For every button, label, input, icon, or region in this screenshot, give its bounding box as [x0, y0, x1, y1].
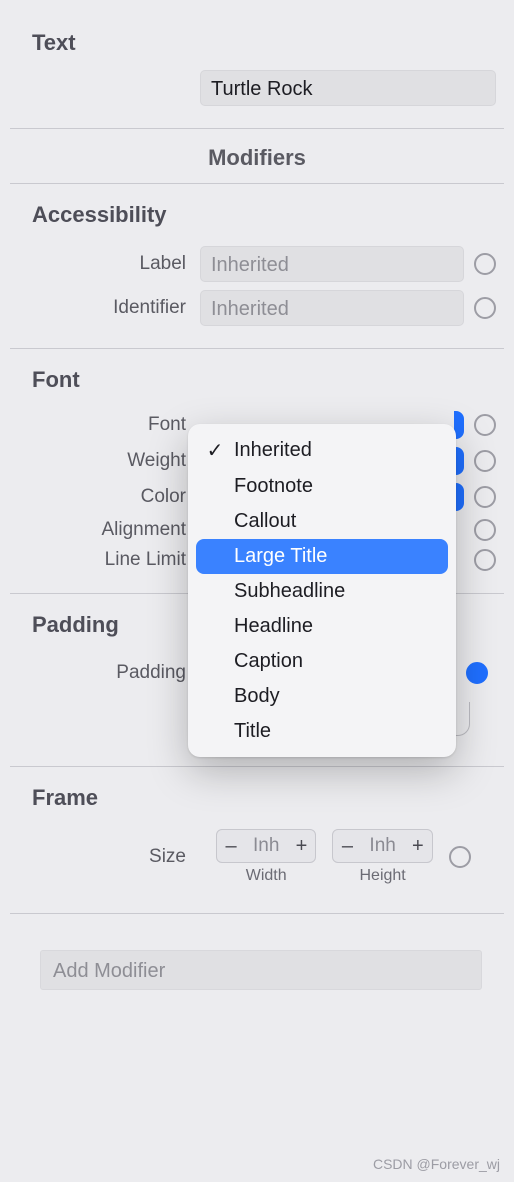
linelimit-indicator[interactable] — [474, 549, 496, 571]
alignment-label: Alignment — [0, 519, 200, 541]
font-menu-item-label: Callout — [234, 510, 296, 533]
frame-height-minus[interactable]: – — [333, 835, 361, 858]
section-title-font: Font — [0, 349, 514, 407]
accessibility-identifier-input[interactable]: Inherited — [200, 290, 464, 326]
font-menu-item[interactable]: ✓ Inherited — [196, 432, 448, 469]
watermark-text: CSDN @Forever_wj — [373, 1156, 500, 1172]
font-indicator[interactable] — [474, 414, 496, 436]
divider — [10, 913, 504, 914]
font-menu-item[interactable]: Subheadline — [196, 574, 448, 609]
font-menu-item-label: Footnote — [234, 475, 313, 498]
font-menu-item[interactable]: Body — [196, 679, 448, 714]
accessibility-label-input[interactable]: Inherited — [200, 246, 464, 282]
font-menu-item-label: Title — [234, 720, 271, 743]
font-menu-item-label: Inherited — [234, 439, 312, 462]
frame-indicator[interactable] — [449, 846, 471, 868]
accessibility-identifier-label: Identifier — [0, 297, 200, 319]
frame-height-value: Inh — [361, 835, 403, 857]
frame-height-caption: Height — [360, 867, 406, 885]
checkmark-icon: ✓ — [206, 438, 224, 463]
accessibility-label-row: Label Inherited — [0, 242, 514, 286]
linelimit-label: Line Limit — [0, 549, 200, 571]
frame-height-plus[interactable]: + — [404, 835, 432, 858]
frame-width-minus[interactable]: – — [217, 835, 245, 858]
text-value-row: Turtle Rock — [0, 66, 514, 110]
font-menu-item-label: Headline — [234, 615, 313, 638]
frame-width-value: Inh — [245, 835, 287, 857]
color-label: Color — [0, 486, 200, 508]
accessibility-label-label: Label — [0, 253, 200, 275]
font-menu-item[interactable]: Callout — [196, 504, 448, 539]
frame-size-row: Size – Inh + Width – Inh + Height — [0, 825, 514, 889]
frame-width-plus[interactable]: + — [287, 835, 315, 858]
weight-label: Weight — [0, 450, 200, 472]
font-menu-item[interactable]: Footnote — [196, 469, 448, 504]
modifiers-heading: Modifiers — [10, 129, 504, 184]
accessibility-identifier-row: Identifier Inherited — [0, 286, 514, 330]
section-title-frame: Frame — [0, 767, 514, 825]
alignment-indicator[interactable] — [474, 519, 496, 541]
font-menu-item-label: Body — [234, 685, 280, 708]
frame-size-label: Size — [0, 846, 200, 868]
font-menu-item-label: Caption — [234, 650, 303, 673]
padding-indicator[interactable] — [466, 662, 488, 684]
font-menu-item-label: Subheadline — [234, 580, 345, 603]
add-modifier-input[interactable]: Add Modifier — [40, 950, 482, 990]
frame-height-stepper[interactable]: – Inh + — [332, 829, 432, 863]
frame-width-stepper[interactable]: – Inh + — [216, 829, 316, 863]
font-label: Font — [0, 414, 200, 436]
section-title-accessibility: Accessibility — [0, 184, 514, 242]
padding-label: Padding — [0, 662, 200, 684]
font-menu-item[interactable]: Large Title — [196, 539, 448, 574]
frame-width-caption: Width — [246, 867, 287, 885]
font-menu-item[interactable]: Headline — [196, 609, 448, 644]
accessibility-label-indicator[interactable] — [474, 253, 496, 275]
font-dropdown-menu[interactable]: ✓ Inherited Footnote Callout Large Title Subh… — [188, 424, 456, 757]
accessibility-identifier-indicator[interactable] — [474, 297, 496, 319]
text-value-input[interactable]: Turtle Rock — [200, 70, 496, 106]
font-menu-item[interactable]: Caption — [196, 644, 448, 679]
color-indicator[interactable] — [474, 486, 496, 508]
font-menu-item[interactable]: Title — [196, 714, 448, 749]
font-menu-item-label: Large Title — [234, 545, 327, 568]
section-title-text: Text — [0, 0, 514, 66]
weight-indicator[interactable] — [474, 450, 496, 472]
